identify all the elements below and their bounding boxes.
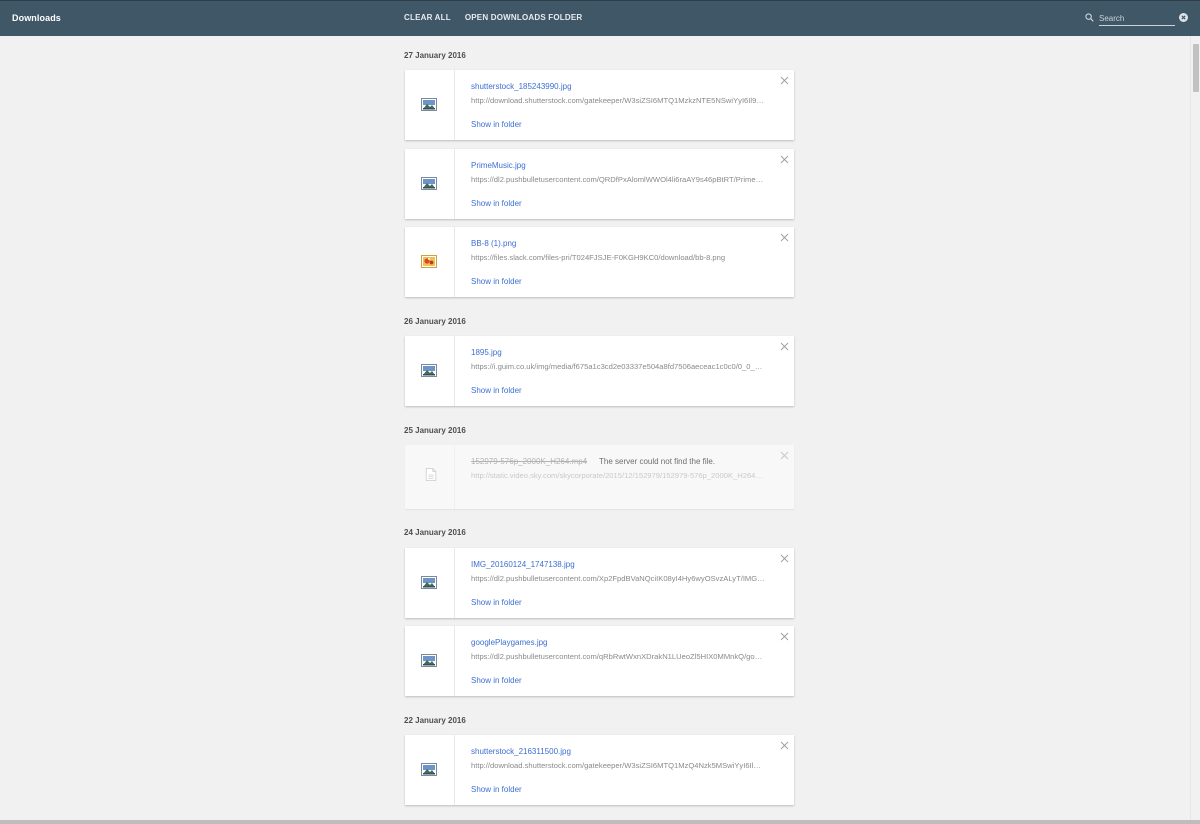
image-file-icon [421, 364, 437, 377]
close-icon[interactable] [780, 76, 789, 85]
download-item: IMG_20160124_1747138.jpg https://dl2.pus… [405, 548, 794, 618]
file-name-link[interactable]: shutterstock_185243990.jpg [471, 82, 572, 91]
file-name-link[interactable]: BB-8 (1).png [471, 239, 516, 248]
date-header: 22 January 2016 [404, 716, 466, 725]
clear-search-icon[interactable] [1179, 13, 1188, 22]
file-name-link[interactable]: shutterstock_216311500.jpg [471, 747, 571, 756]
file-name-link[interactable]: IMG_20160124_1747138.jpg [471, 560, 575, 569]
file-url[interactable]: http://download.shutterstock.com/gatekee… [471, 761, 765, 770]
close-icon[interactable] [780, 451, 789, 460]
show-in-folder-link[interactable]: Show in folder [471, 598, 522, 607]
generic-file-icon [425, 468, 437, 481]
scrollbar-thumb[interactable] [1193, 44, 1199, 92]
file-icon-column [405, 149, 455, 219]
search-box [1085, 10, 1189, 27]
download-item-failed: 152979-576p_2000K_H264.mp4 The server co… [405, 445, 794, 509]
date-header: 24 January 2016 [404, 528, 466, 537]
error-message: The server could not find the file. [599, 457, 716, 466]
file-icon-column [405, 336, 455, 406]
file-url[interactable]: https://files.slack.com/files-pri/T024FJ… [471, 253, 765, 262]
image-file-icon [421, 576, 437, 589]
download-item: BB-8 (1).png https://files.slack.com/fil… [405, 227, 794, 297]
png-file-icon [421, 255, 437, 268]
file-name-link[interactable]: googlePlaygames.jpg [471, 638, 548, 647]
vertical-scrollbar[interactable] [1190, 36, 1200, 820]
file-url[interactable]: http://static.video.sky.com/skycorporate… [471, 471, 765, 480]
file-name-link[interactable]: PrimeMusic.jpg [471, 161, 526, 170]
file-url[interactable]: https://i.guim.co.uk/img/media/f675a1c3c… [471, 362, 765, 371]
show-in-folder-link[interactable]: Show in folder [471, 120, 522, 129]
file-icon-column [405, 227, 455, 297]
close-icon[interactable] [780, 155, 789, 164]
open-downloads-folder-button[interactable]: OPEN DOWNLOADS FOLDER [465, 13, 583, 22]
download-item: shutterstock_185243990.jpg http://downlo… [405, 70, 794, 140]
search-icon [1085, 13, 1094, 22]
file-url[interactable]: https://dl2.pushbulletusercontent.com/Xp… [471, 574, 765, 583]
date-header: 27 January 2016 [404, 51, 466, 60]
file-name-link[interactable]: 1895.jpg [471, 348, 502, 357]
date-header: 25 January 2016 [404, 426, 466, 435]
downloads-toolbar: Downloads CLEAR ALL OPEN DOWNLOADS FOLDE… [0, 0, 1200, 36]
download-item: googlePlaygames.jpg https://dl2.pushbull… [405, 626, 794, 696]
file-url[interactable]: http://download.shutterstock.com/gatekee… [471, 96, 765, 105]
toolbar-actions: CLEAR ALL OPEN DOWNLOADS FOLDER [404, 13, 582, 22]
close-icon[interactable] [780, 233, 789, 242]
date-header: 26 January 2016 [404, 317, 466, 326]
close-icon[interactable] [780, 632, 789, 641]
file-icon-column [405, 735, 455, 805]
file-icon-column [405, 548, 455, 618]
download-item: shutterstock_216311500.jpg http://downlo… [405, 735, 794, 805]
download-item: 1895.jpg https://i.guim.co.uk/img/media/… [405, 336, 794, 406]
file-name-link: 152979-576p_2000K_H264.mp4 [471, 457, 588, 466]
file-icon-column [405, 626, 455, 696]
image-file-icon [421, 98, 437, 111]
clear-all-button[interactable]: CLEAR ALL [404, 13, 451, 22]
close-icon[interactable] [780, 554, 789, 563]
file-url[interactable]: https://dl2.pushbulletusercontent.com/QR… [471, 175, 765, 184]
bottom-edge [0, 820, 1200, 824]
file-icon-column [405, 445, 455, 509]
page-title: Downloads [12, 13, 61, 23]
file-url[interactable]: https://dl2.pushbulletusercontent.com/qR… [471, 652, 765, 661]
image-file-icon [421, 177, 437, 190]
search-input[interactable] [1099, 10, 1175, 26]
image-file-icon [421, 654, 437, 667]
image-file-icon [421, 763, 437, 776]
download-item: PrimeMusic.jpg https://dl2.pushbulletuse… [405, 149, 794, 219]
show-in-folder-link[interactable]: Show in folder [471, 199, 522, 208]
downloads-list: 27 January 2016 shutterstock_185243990.j… [0, 36, 1190, 820]
show-in-folder-link[interactable]: Show in folder [471, 386, 522, 395]
show-in-folder-link[interactable]: Show in folder [471, 676, 522, 685]
close-icon[interactable] [780, 741, 789, 750]
show-in-folder-link[interactable]: Show in folder [471, 785, 522, 794]
close-icon[interactable] [780, 342, 789, 351]
show-in-folder-link[interactable]: Show in folder [471, 277, 522, 286]
file-icon-column [405, 70, 455, 140]
